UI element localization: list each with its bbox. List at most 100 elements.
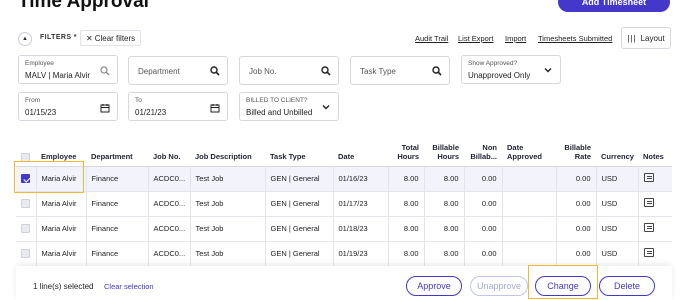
total-hours-cell: 8.00 <box>388 191 425 217</box>
non-billable-cell: 0.00 <box>464 166 503 192</box>
column-notes[interactable]: Notes <box>638 130 672 167</box>
column-non-billable-line1: Non <box>482 142 497 152</box>
from-date-field[interactable]: From 01/15/23 <box>18 92 118 121</box>
collapse-filters-button[interactable]: ▲ <box>18 32 32 46</box>
approve-button[interactable]: Approve <box>406 276 462 296</box>
notes-icon[interactable] <box>643 173 654 182</box>
show-approved-select[interactable]: Show Approved? Unapproved Only <box>461 55 561 84</box>
task-type-cell: GEN | General <box>265 216 334 242</box>
date-approved-cell <box>502 166 557 192</box>
task-type-placeholder: Task Type <box>360 67 396 76</box>
chevron-down-icon <box>322 105 330 110</box>
job-description-cell: Test Job <box>190 216 266 242</box>
add-timesheet-button[interactable]: Add Timesheet <box>558 0 670 12</box>
delete-button[interactable]: Delete <box>599 276 655 296</box>
column-job-no[interactable]: Job No. <box>148 130 190 167</box>
job-description-cell: Test Job <box>190 241 266 267</box>
row-checkbox[interactable] <box>21 199 30 209</box>
total-hours-cell: 8.00 <box>388 241 425 267</box>
from-date-label: From <box>25 97 41 104</box>
calendar-icon <box>210 104 220 113</box>
list-export-link[interactable]: List Export <box>458 34 493 43</box>
date-cell: 01/18/23 <box>333 216 389 242</box>
notes-cell[interactable] <box>638 216 672 242</box>
department-field[interactable]: Department <box>128 56 228 85</box>
unapprove-button[interactable]: Unapprove <box>470 276 528 296</box>
table-row[interactable]: Maria Alvir Finance ACDC0... Test Job GEN | … <box>16 166 672 192</box>
billable-rate-cell: 0.00 <box>556 216 597 242</box>
job-no-cell: ACDC0... <box>148 191 191 217</box>
billed-to-client-label: BILLED TO CLIENT? <box>246 97 308 104</box>
layout-label: Layout <box>640 33 665 43</box>
audit-trail-link[interactable]: Audit Trail <box>415 34 448 43</box>
timesheet-table: Employee Department Job No. Job Descript… <box>16 130 672 270</box>
column-department[interactable]: Department <box>86 130 148 167</box>
job-description-cell: Test Job <box>190 191 266 217</box>
column-billable-hours-line2: Hours <box>437 152 459 162</box>
row-select-cell[interactable] <box>16 191 37 217</box>
import-link[interactable]: Import <box>505 34 526 43</box>
column-total-hours-line1: Total <box>401 142 419 152</box>
job-no-cell: ACDC0... <box>148 241 191 267</box>
from-date-value: 01/15/23 <box>25 108 57 117</box>
clear-filters-button[interactable]: ✕ Clear filters <box>80 30 142 46</box>
department-cell: Finance <box>86 191 149 217</box>
clear-selection-link[interactable]: Clear selection <box>104 282 154 291</box>
column-billable-hours[interactable]: Billable Hours <box>424 130 464 167</box>
notes-icon[interactable] <box>643 198 654 207</box>
row-select-cell[interactable] <box>16 216 37 242</box>
employee-field-value: MALV | Maria Alvir <box>25 71 91 80</box>
date-approved-cell <box>502 216 557 242</box>
job-no-field[interactable]: Job No. <box>239 56 339 85</box>
change-button-highlight <box>528 265 598 299</box>
notes-cell[interactable] <box>638 241 672 267</box>
total-hours-cell: 8.00 <box>388 216 425 242</box>
job-no-cell: ACDC0... <box>148 166 191 192</box>
page-title: Time Approval <box>18 0 149 12</box>
employee-field[interactable]: Employee MALV | Maria Alvir <box>18 55 118 84</box>
billable-rate-cell: 0.00 <box>556 241 597 267</box>
column-date-approved[interactable]: Date Approved <box>502 130 556 167</box>
date-cell: 01/16/23 <box>333 166 389 192</box>
notes-icon[interactable] <box>643 223 654 232</box>
table-row[interactable]: Maria Alvir Finance ACDC0... Test Job GEN | … <box>16 241 672 267</box>
to-date-field[interactable]: To 01/21/23 <box>128 92 228 121</box>
column-task-type[interactable]: Task Type <box>265 130 333 167</box>
column-job-description[interactable]: Job Description <box>190 130 265 167</box>
task-type-field[interactable]: Task Type <box>350 56 450 85</box>
date-approved-cell <box>502 241 557 267</box>
filters-label: FILTERS * <box>40 34 77 41</box>
row-checkbox[interactable] <box>21 224 30 234</box>
search-icon <box>100 66 110 76</box>
column-currency[interactable]: Currency <box>596 130 638 167</box>
column-date[interactable]: Date <box>333 130 388 167</box>
department-cell: Finance <box>86 241 149 267</box>
row-select-cell[interactable] <box>16 241 37 267</box>
layout-button[interactable]: ||| Layout <box>621 27 671 49</box>
task-type-cell: GEN | General <box>265 166 334 192</box>
column-billable-hours-line1: Billable <box>432 142 459 152</box>
billable-hours-cell: 8.00 <box>424 241 465 267</box>
task-type-cell: GEN | General <box>265 191 334 217</box>
columns-icon: ||| <box>627 33 637 43</box>
notes-cell[interactable] <box>638 191 672 217</box>
department-placeholder: Department <box>138 67 180 76</box>
to-date-label: To <box>135 97 142 104</box>
department-cell: Finance <box>86 166 149 192</box>
column-billable-rate-line1: Billable <box>564 142 591 152</box>
currency-cell: USD <box>596 241 639 267</box>
column-total-hours[interactable]: Total Hours <box>388 130 424 167</box>
billed-to-client-value: Billed and Unbilled <box>246 108 313 117</box>
billable-hours-cell: 8.00 <box>424 216 465 242</box>
column-billable-rate[interactable]: Billable Rate <box>556 130 596 167</box>
column-non-billable[interactable]: Non Billab... <box>464 130 502 167</box>
employee-cell: Maria Alvir <box>36 191 87 217</box>
notes-icon[interactable] <box>643 248 654 257</box>
timesheets-submitted-link[interactable]: Timesheets Submitted <box>538 34 612 43</box>
table-row[interactable]: Maria Alvir Finance ACDC0... Test Job GEN | … <box>16 191 672 217</box>
row-checkbox[interactable] <box>21 249 30 259</box>
table-row[interactable]: Maria Alvir Finance ACDC0... Test Job GEN | … <box>16 216 672 242</box>
billed-to-client-select[interactable]: BILLED TO CLIENT? Billed and Unbilled <box>239 92 339 121</box>
column-billable-rate-line2: Rate <box>574 152 591 162</box>
notes-cell[interactable] <box>638 166 672 192</box>
